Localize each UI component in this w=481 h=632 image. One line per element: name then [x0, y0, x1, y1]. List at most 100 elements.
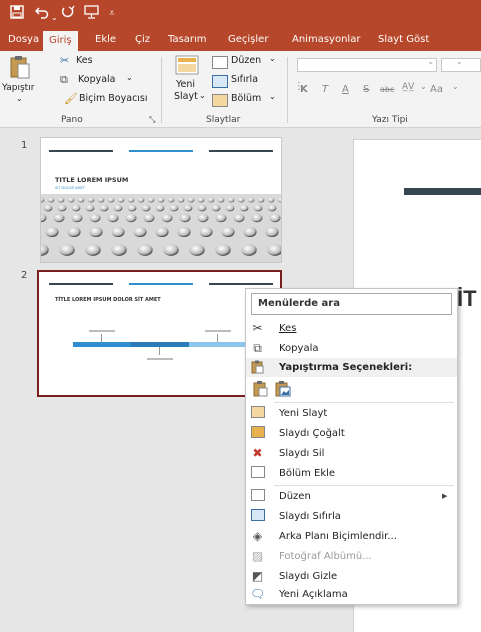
sphere-shape: [197, 204, 207, 212]
title-accent-bar: [404, 188, 481, 195]
menu-item-kes[interactable]: ✂ Kes: [246, 319, 457, 338]
slideshow-icon[interactable]: [84, 5, 100, 24]
font-size-combo[interactable]: ⌄: [441, 57, 481, 72]
change-case-icon[interactable]: Aa: [430, 84, 443, 95]
undo-dropdown-icon[interactable]: ⌄: [51, 9, 58, 27]
paste-keep-formatting-icon: [253, 381, 268, 397]
bold-icon[interactable]: K: [300, 84, 308, 95]
reset-button[interactable]: Sıfırla: [212, 74, 272, 90]
accent-line: [49, 150, 113, 152]
new-slide-button[interactable]: Yeni Slayt ⌄: [165, 53, 207, 111]
scissors-icon: ✂: [60, 54, 70, 67]
chevron-down-icon: ⌄: [269, 92, 276, 101]
sphere-shape: [197, 197, 205, 203]
tab-dosya[interactable]: Dosya: [8, 29, 39, 51]
sphere-shape: [177, 197, 185, 203]
chevron-down-icon: ⌄: [456, 57, 463, 66]
sphere-shape: [67, 226, 81, 238]
menu-item-label: Kopyala: [279, 343, 319, 354]
copy-button[interactable]: ⧉ Kopyala ⌄: [60, 73, 140, 89]
sphere-shape: [157, 197, 165, 203]
chevron-down-icon[interactable]: ⌄: [452, 82, 459, 91]
sphere-shape: [177, 226, 191, 238]
sphere-shape: [161, 213, 173, 223]
layout-icon: [212, 56, 228, 69]
clipboard-icon: [250, 360, 265, 375]
sphere-shape: [163, 244, 179, 256]
menu-item-duzen[interactable]: Düzen ▶: [246, 487, 457, 506]
underline-icon[interactable]: A: [342, 84, 349, 95]
menu-item-arka-plani-bicimlendir[interactable]: ◈ Arka Planı Biçimlendir...: [246, 527, 457, 546]
menu-search-box[interactable]: Menülerde ara: [251, 293, 452, 315]
undo-icon[interactable]: [34, 5, 49, 24]
chevron-down-icon[interactable]: ⌄: [420, 82, 427, 91]
sphere-shape: [243, 226, 257, 238]
slide-2-title: TİTLE LOREM IPSUM DOLOR SİT AMET: [55, 297, 161, 303]
paste-button[interactable]: Yapıştır ⌄: [2, 53, 36, 109]
tab-tasarim[interactable]: Tasarım: [168, 29, 207, 51]
character-spacing-icon[interactable]: A̲V̲: [402, 82, 414, 92]
menu-item-slaydi-gizle[interactable]: ◩ Slaydı Gizle: [246, 567, 457, 586]
sphere-shape: [227, 197, 235, 203]
menu-item-label: Bölüm Ekle: [279, 468, 336, 479]
chevron-down-icon: ⌄: [427, 57, 434, 66]
strikethrough-icon[interactable]: S: [363, 84, 369, 95]
tab-gecisler[interactable]: Geçişler: [228, 29, 268, 51]
tab-animasyonlar[interactable]: Animasyonlar: [292, 29, 360, 51]
paste-picture-icon: [275, 381, 291, 397]
sphere-shape: [71, 204, 81, 212]
sphere-shape: [71, 213, 83, 223]
tab-slayt-goster[interactable]: Slayt Göst: [378, 29, 429, 51]
menu-item-label: Kes: [279, 323, 297, 334]
new-slide-label-1: Yeni: [176, 79, 196, 90]
format-painter-button[interactable]: 🖌 Biçim Boyacısı: [64, 92, 156, 108]
menu-item-bolum-ekle[interactable]: Bölüm Ekle: [246, 464, 457, 483]
reset-slide-icon: [250, 509, 265, 524]
timeline-caption: [147, 358, 173, 360]
sphere-shape: [257, 197, 265, 203]
italic-icon[interactable]: T: [322, 84, 328, 95]
dialog-launcher-icon[interactable]: ⤡: [149, 115, 155, 125]
sphere-shape: [143, 213, 155, 223]
sphere-shape: [155, 226, 169, 238]
tab-ciz[interactable]: Çiz: [135, 29, 150, 51]
timeline-marker: [217, 334, 218, 342]
sphere-shape: [43, 204, 53, 212]
menu-item-kopyala[interactable]: ⧉ Kopyala: [246, 339, 457, 358]
menu-item-slaydi-cogalt[interactable]: Slaydı Çoğalt: [246, 424, 457, 443]
sphere-shape: [237, 197, 245, 203]
customize-qat-icon[interactable]: ⩡: [109, 5, 115, 23]
sphere-shape: [253, 204, 263, 212]
group-label-yazi-tipi: Yazı Tipi: [372, 115, 408, 125]
slide-thumbnail-1[interactable]: TITLE LOREM IPSUM SIT DOLOR AMET: [40, 137, 282, 263]
timeline-marker: [159, 347, 160, 355]
menu-item-yeni-aciklama[interactable]: 🗨 Yeni Açıklama: [246, 585, 457, 604]
font-name-combo[interactable]: ⌄: [297, 57, 437, 72]
copy-icon: ⧉: [253, 341, 262, 355]
menu-item-yeni-slayt[interactable]: Yeni Slayt: [246, 404, 457, 423]
save-icon[interactable]: [10, 5, 24, 24]
timeline-caption: [205, 330, 231, 332]
shadow-text-icon[interactable]: abc: [380, 85, 394, 94]
menu-item-label: Yeni Açıklama: [279, 589, 348, 600]
paste-option-picture[interactable]: [274, 380, 291, 397]
new-slide-icon: [250, 406, 265, 421]
sphere-shape: [47, 197, 55, 203]
sphere-shape: [111, 244, 127, 256]
sphere-shape: [59, 244, 75, 256]
redo-icon[interactable]: [61, 5, 75, 24]
cut-button[interactable]: ✂ Kes: [60, 54, 120, 70]
paste-option-keep-formatting[interactable]: [252, 380, 269, 397]
menu-item-slaydi-sil[interactable]: ✖ Slaydı Sil: [246, 444, 457, 463]
tab-giris[interactable]: Giriş: [43, 31, 78, 51]
sphere-shape: [269, 213, 281, 223]
sphere-shape: [107, 197, 115, 203]
menu-divider: [274, 485, 454, 486]
tab-ekle[interactable]: Ekle: [95, 29, 116, 51]
sphere-shape: [267, 204, 277, 212]
sphere-shape: [141, 204, 151, 212]
layout-button[interactable]: Düzen ⌄: [212, 54, 276, 71]
section-button[interactable]: Bölüm ⌄: [212, 92, 282, 109]
chevron-down-icon: ⌄: [126, 73, 133, 82]
menu-item-slaydi-sifirla[interactable]: Slaydı Sıfırla: [246, 507, 457, 526]
